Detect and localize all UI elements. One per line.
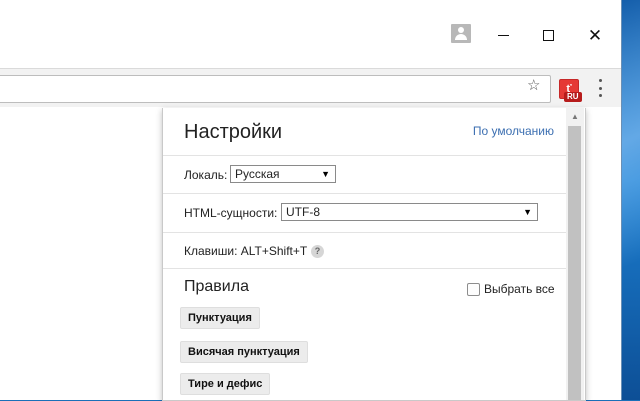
rule-button-punctuation[interactable]: Пунктуация	[180, 307, 260, 329]
locale-select[interactable]: Русская ▼	[230, 165, 336, 183]
minimize-button[interactable]	[488, 22, 518, 48]
scroll-up-arrow-icon[interactable]: ▲	[566, 108, 584, 125]
more-menu-icon[interactable]	[598, 79, 602, 97]
browser-toolbar: ☆ ť RU	[0, 68, 621, 108]
locale-value: Русская	[235, 167, 280, 181]
avatar-icon[interactable]	[451, 24, 471, 43]
help-icon[interactable]: ?	[311, 245, 324, 258]
locale-row: Локаль: Русская ▼	[163, 156, 566, 194]
popup-title: Настройки	[184, 121, 283, 143]
title-bar: ✕	[0, 0, 621, 68]
html-entities-value: UTF-8	[286, 205, 320, 219]
extension-settings-popup: Настройки По умолчанию Локаль: Русская ▼…	[162, 108, 586, 401]
address-bar[interactable]	[0, 75, 551, 103]
extension-badge: RU	[564, 92, 582, 102]
dropdown-arrow-icon: ▼	[321, 169, 330, 179]
scroll-thumb[interactable]	[568, 126, 581, 400]
maximize-button[interactable]	[533, 22, 563, 48]
rules-title: Правила	[184, 278, 249, 295]
close-icon: ✕	[587, 25, 603, 45]
popup-header: Настройки По умолчанию	[163, 108, 566, 156]
close-button[interactable]: ✕	[580, 22, 610, 48]
reset-defaults-link[interactable]: По умолчанию	[473, 124, 554, 138]
menu-dot	[598, 86, 602, 90]
bookmark-star-icon[interactable]: ☆	[527, 76, 540, 94]
select-all-checkbox[interactable]: Выбрать все	[467, 282, 555, 296]
hotkeys-row: Клавиши: ALT+Shift+T ?	[163, 233, 566, 269]
checkbox-icon[interactable]	[467, 282, 480, 296]
dropdown-arrow-icon: ▼	[523, 207, 532, 217]
html-entities-row: HTML-сущности: UTF-8 ▼	[163, 194, 566, 233]
locale-label: Локаль:	[184, 168, 228, 182]
menu-dot	[598, 79, 602, 82]
popup-scrollbar[interactable]: ▲	[566, 108, 584, 400]
rule-button-hanging-punctuation[interactable]: Висячая пунктуация	[180, 341, 308, 363]
avatar-head	[458, 27, 464, 33]
select-all-label: Выбрать все	[484, 282, 555, 296]
menu-dot	[598, 94, 602, 97]
rule-button-dash-hyphen[interactable]: Тире и дефис	[180, 373, 271, 395]
html-entities-select[interactable]: UTF-8 ▼	[281, 203, 538, 221]
maximize-icon	[542, 29, 554, 41]
hotkeys-label: Клавиши: ALT+Shift+T	[184, 244, 308, 258]
minimize-icon	[497, 34, 509, 36]
avatar-shoulders	[455, 34, 467, 40]
html-entities-label: HTML-сущности:	[184, 206, 278, 220]
